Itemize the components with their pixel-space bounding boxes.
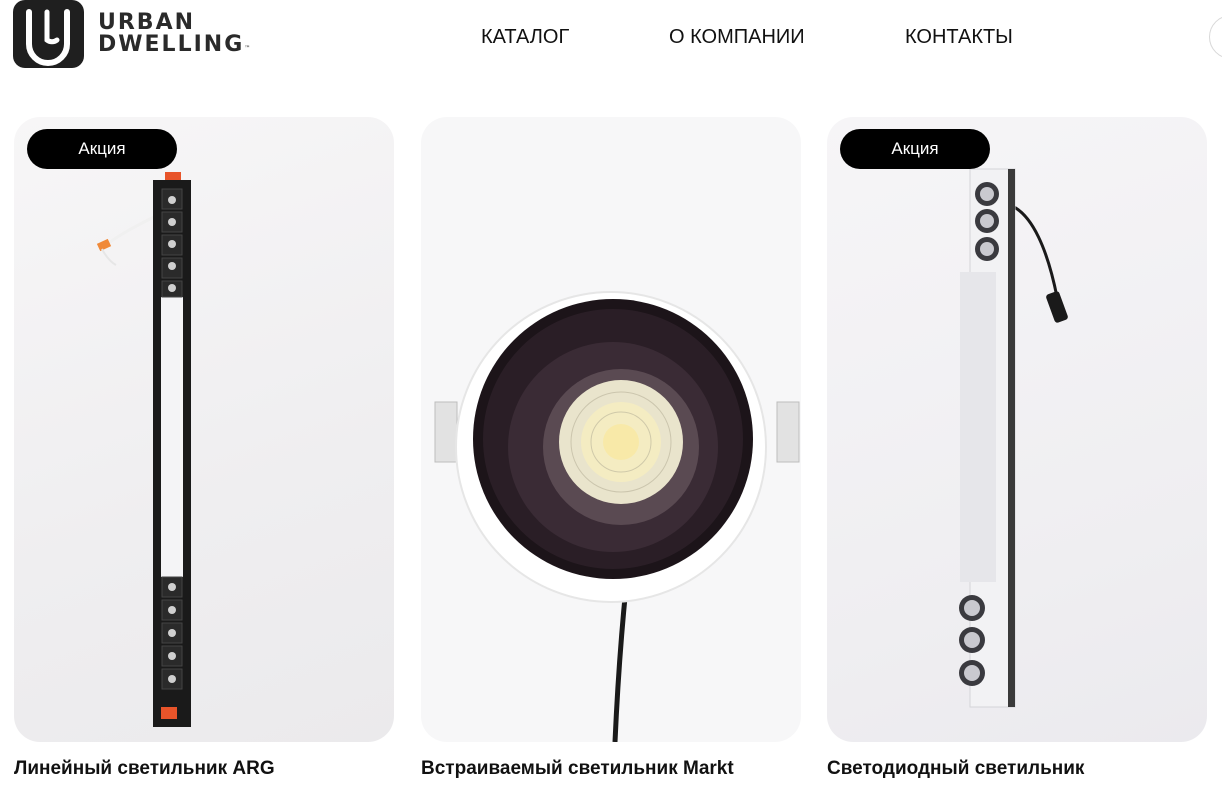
product-card-1[interactable]: Акция	[14, 117, 394, 742]
product-card-3[interactable]: Акция	[827, 117, 1207, 742]
sale-badge: Акция	[27, 129, 177, 169]
header-action-button[interactable]	[1209, 15, 1222, 59]
product-card-2[interactable]	[421, 117, 801, 742]
nav-catalog[interactable]: КАТАЛОГ	[481, 26, 569, 49]
recessed-light-image	[434, 291, 800, 742]
nav-contacts[interactable]: КОНТАКТЫ	[905, 26, 1013, 49]
nav-about[interactable]: О КОМПАНИИ	[669, 26, 805, 49]
linear-light-image	[96, 172, 191, 727]
led-light-image	[959, 168, 1068, 708]
site-header: URBAN DWELLING ™ КАТАЛОГ О КОМПАНИИ КОНТА…	[0, 0, 1222, 80]
product-title-1[interactable]: Линейный светильник ARG	[14, 758, 275, 780]
product-title-2[interactable]: Встраиваемый светильник Markt	[421, 758, 734, 780]
main-nav: КАТАЛОГ О КОМПАНИИ КОНТАКТЫ	[0, 26, 1222, 50]
sale-badge: Акция	[840, 129, 990, 169]
product-title-3[interactable]: Светодиодный светильник	[827, 758, 1084, 780]
